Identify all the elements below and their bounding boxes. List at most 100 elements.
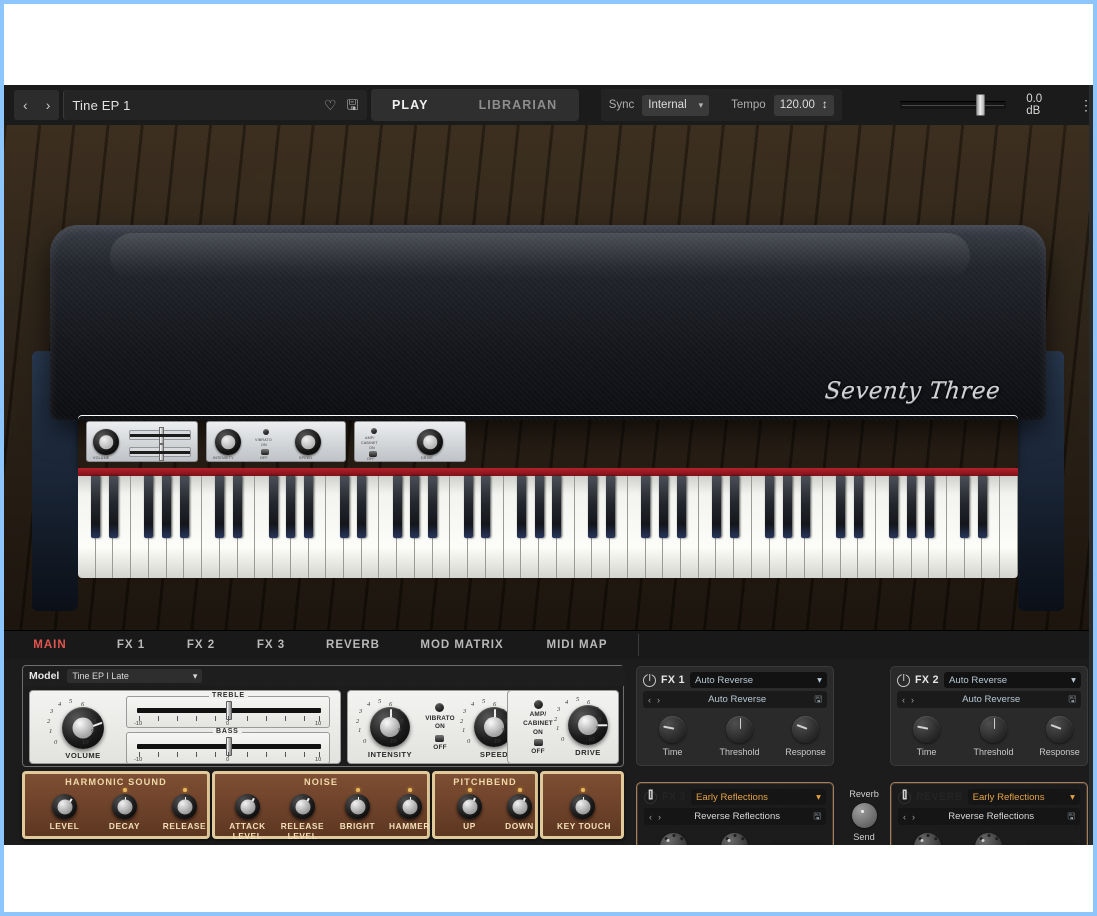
time-knob[interactable] xyxy=(913,716,940,743)
model-dropdown[interactable]: Tine EP I Late ▾ xyxy=(67,669,202,683)
chevron-left-icon[interactable]: ‹ xyxy=(902,695,905,705)
prev-preset-button[interactable]: ‹ xyxy=(15,90,35,120)
reverb-type-dropdown[interactable]: Early Reflections ▾ xyxy=(968,789,1080,805)
threshold-knob[interactable] xyxy=(726,716,753,743)
down-knob[interactable] xyxy=(507,794,532,819)
power-icon[interactable] xyxy=(898,791,911,804)
preset-name-field[interactable]: Tine EP 1 ♡ 🖫 xyxy=(63,90,366,120)
release-knob[interactable] xyxy=(290,794,315,819)
knob-indicator-dot xyxy=(183,788,187,792)
fx3-preset-bar[interactable]: ‹ › Reverse Reflections 🖫 xyxy=(644,808,826,825)
tab-fx-2[interactable]: FX 2 xyxy=(166,639,236,651)
bass-max-label: 10 xyxy=(315,757,321,763)
piano-black-key xyxy=(481,476,490,538)
tab-main[interactable]: MAIN xyxy=(4,639,96,651)
fx1-type-dropdown[interactable]: Auto Reverse ▾ xyxy=(690,672,827,688)
threshold-knob[interactable] xyxy=(980,716,1007,743)
volume-thumb[interactable] xyxy=(976,94,985,116)
up-knob[interactable] xyxy=(457,794,482,819)
chevron-left-icon[interactable]: ‹ xyxy=(648,695,651,705)
chevron-left-icon[interactable]: ‹ xyxy=(903,812,906,822)
fx3-type-value: Early Reflections xyxy=(696,792,768,803)
tab-reverb[interactable]: REVERB xyxy=(306,639,400,651)
save-icon[interactable]: 🖫 xyxy=(1068,692,1076,708)
attack-knob[interactable] xyxy=(235,794,260,819)
vibrato-led-icon xyxy=(435,703,444,712)
pre-dly-knob[interactable] xyxy=(914,833,941,845)
fx1-module: FX 1 Auto Reverse ▾ ‹ › Auto Reverse 🖫 T… xyxy=(636,666,834,766)
save-icon[interactable]: 🖫 xyxy=(814,692,822,708)
next-preset-button[interactable]: › xyxy=(38,90,58,120)
treble-thumb[interactable] xyxy=(226,701,232,720)
amp-toggle-switch[interactable] xyxy=(534,739,543,746)
power-icon[interactable] xyxy=(644,791,657,804)
reverb-preset-bar[interactable]: ‹ › Reverse Reflections 🖫 xyxy=(898,808,1080,825)
reverb-type-value: Early Reflections xyxy=(973,792,1045,803)
fx2-type-dropdown[interactable]: Auto Reverse ▾ xyxy=(944,672,1081,688)
power-icon[interactable] xyxy=(897,674,910,687)
piano-black-key xyxy=(215,476,224,538)
save-icon[interactable]: 🖫 xyxy=(813,809,821,825)
sync-source-dropdown[interactable]: Internal ▾ xyxy=(642,95,709,116)
noise-title: NOISE xyxy=(215,777,427,787)
piano-lid: Seventy Three xyxy=(50,225,1046,420)
time-knob[interactable] xyxy=(721,833,748,845)
instrument-nameplate: Seventy Three xyxy=(823,378,1001,404)
save-icon[interactable]: 🖫 xyxy=(347,98,359,112)
sync-source-value: Internal xyxy=(648,99,686,111)
response-knob[interactable] xyxy=(792,716,819,743)
application-window: ‹ › Tine EP 1 ♡ 🖫 PLAY LIBRARIAN Sync In… xyxy=(0,0,1097,916)
release-knob[interactable] xyxy=(172,794,197,819)
tab-librarian[interactable]: LIBRARIAN xyxy=(479,98,558,112)
chevron-right-icon[interactable]: › xyxy=(912,812,915,822)
fx1-preset-bar[interactable]: ‹ › Auto Reverse 🖫 xyxy=(643,691,827,708)
decay-knob[interactable] xyxy=(112,794,137,819)
pitchbend-title: PITCHBEND xyxy=(435,777,535,787)
fx2-header: FX 2 Auto Reverse ▾ xyxy=(897,672,1081,688)
power-icon[interactable] xyxy=(643,674,656,687)
mini-volume-knob xyxy=(93,429,119,455)
vibrato-toggle-switch[interactable] xyxy=(435,735,444,742)
chevron-right-icon[interactable]: › xyxy=(658,812,661,822)
time-knob[interactable] xyxy=(975,833,1002,845)
tab-mod-matrix[interactable]: MOD MATRIX xyxy=(400,639,524,651)
fx3-density-button[interactable]: Density xyxy=(772,840,820,845)
tab-midi-map[interactable]: MIDI MAP xyxy=(524,639,630,651)
bass-thumb[interactable] xyxy=(226,737,232,756)
mini-amp-led xyxy=(371,428,377,434)
knob-indicator-dot xyxy=(408,788,412,792)
piano-black-key xyxy=(854,476,863,538)
instrument-control-panel: VOLUME INTENSITY VIBRATO ON OFF SPEED xyxy=(78,415,1018,468)
response-knob[interactable] xyxy=(1046,716,1073,743)
chevron-right-icon[interactable]: › xyxy=(911,695,914,705)
fx1-name: FX 1 xyxy=(661,674,685,686)
hammer-knob[interactable] xyxy=(397,794,422,819)
tab-play[interactable]: PLAY xyxy=(392,98,429,112)
pre-dly-knob[interactable] xyxy=(660,833,687,845)
piano-black-key xyxy=(552,476,561,538)
heart-icon[interactable]: ♡ xyxy=(324,98,337,112)
time-knob[interactable] xyxy=(659,716,686,743)
fx3-type-dropdown[interactable]: Early Reflections ▾ xyxy=(691,789,826,805)
reverb-send-knob[interactable] xyxy=(852,803,877,828)
key-touch-knob[interactable] xyxy=(570,794,595,819)
tempo-value: 120.00 xyxy=(780,99,815,111)
level-knob[interactable] xyxy=(52,794,77,819)
bright-knob[interactable] xyxy=(345,794,370,819)
tempo-stepper[interactable]: 120.00 ↕ xyxy=(774,95,834,116)
kebab-menu-icon[interactable]: ⋮ xyxy=(1079,97,1093,114)
reverb-density-button[interactable]: Density xyxy=(1026,840,1074,845)
bass-label: BASS xyxy=(213,728,242,735)
chevron-right-icon[interactable]: › xyxy=(657,695,660,705)
master-volume-slider[interactable] xyxy=(900,90,1005,120)
chevron-left-icon[interactable]: ‹ xyxy=(649,812,652,822)
piano-black-key xyxy=(428,476,437,538)
bass-min-label: -10 xyxy=(134,757,142,763)
top-toolbar: ‹ › Tine EP 1 ♡ 🖫 PLAY LIBRARIAN Sync In… xyxy=(4,85,1093,125)
reverb-module: REVERB Early Reflections ▾ ‹ › Reverse R… xyxy=(890,782,1088,845)
tab-fx-1[interactable]: FX 1 xyxy=(96,639,166,651)
fx2-preset-bar[interactable]: ‹ › Auto Reverse 🖫 xyxy=(897,691,1081,708)
save-icon[interactable]: 🖫 xyxy=(1067,809,1075,825)
tab-fx-3[interactable]: FX 3 xyxy=(236,639,306,651)
harmonic-sound-panel: HARMONIC SOUND LEVELDECAYRELEASE xyxy=(22,771,210,839)
